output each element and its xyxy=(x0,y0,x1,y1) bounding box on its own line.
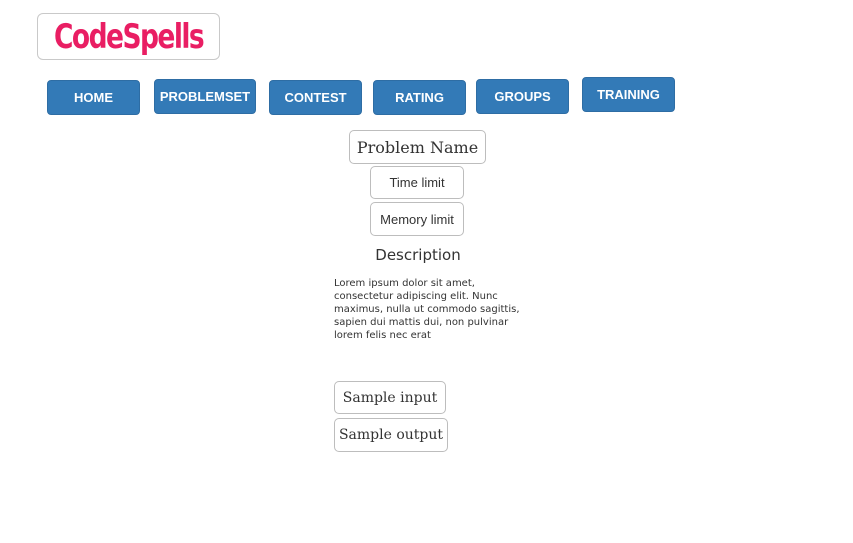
nav-home-button[interactable]: HOME xyxy=(47,80,140,115)
problem-name-field: Problem Name xyxy=(349,130,486,164)
description-heading: Description xyxy=(375,246,461,264)
nav-rating-button[interactable]: RATING xyxy=(373,80,466,115)
time-limit-field: Time limit xyxy=(370,166,464,199)
logo-text: CodeSpells xyxy=(53,16,205,57)
sample-input-field: Sample input xyxy=(334,381,446,414)
memory-limit-field: Memory limit xyxy=(370,202,464,236)
logo[interactable]: CodeSpells xyxy=(37,13,220,60)
nav-problemset-button[interactable]: PROBLEMSET xyxy=(154,79,256,114)
description-text: Lorem ipsum dolor sit amet, consectetur … xyxy=(334,278,520,341)
nav-groups-button[interactable]: GROUPS xyxy=(476,79,569,114)
sample-output-field: Sample output xyxy=(334,418,448,452)
nav-training-button[interactable]: TRAINING xyxy=(582,77,675,112)
nav-contest-button[interactable]: CONTEST xyxy=(269,80,362,115)
